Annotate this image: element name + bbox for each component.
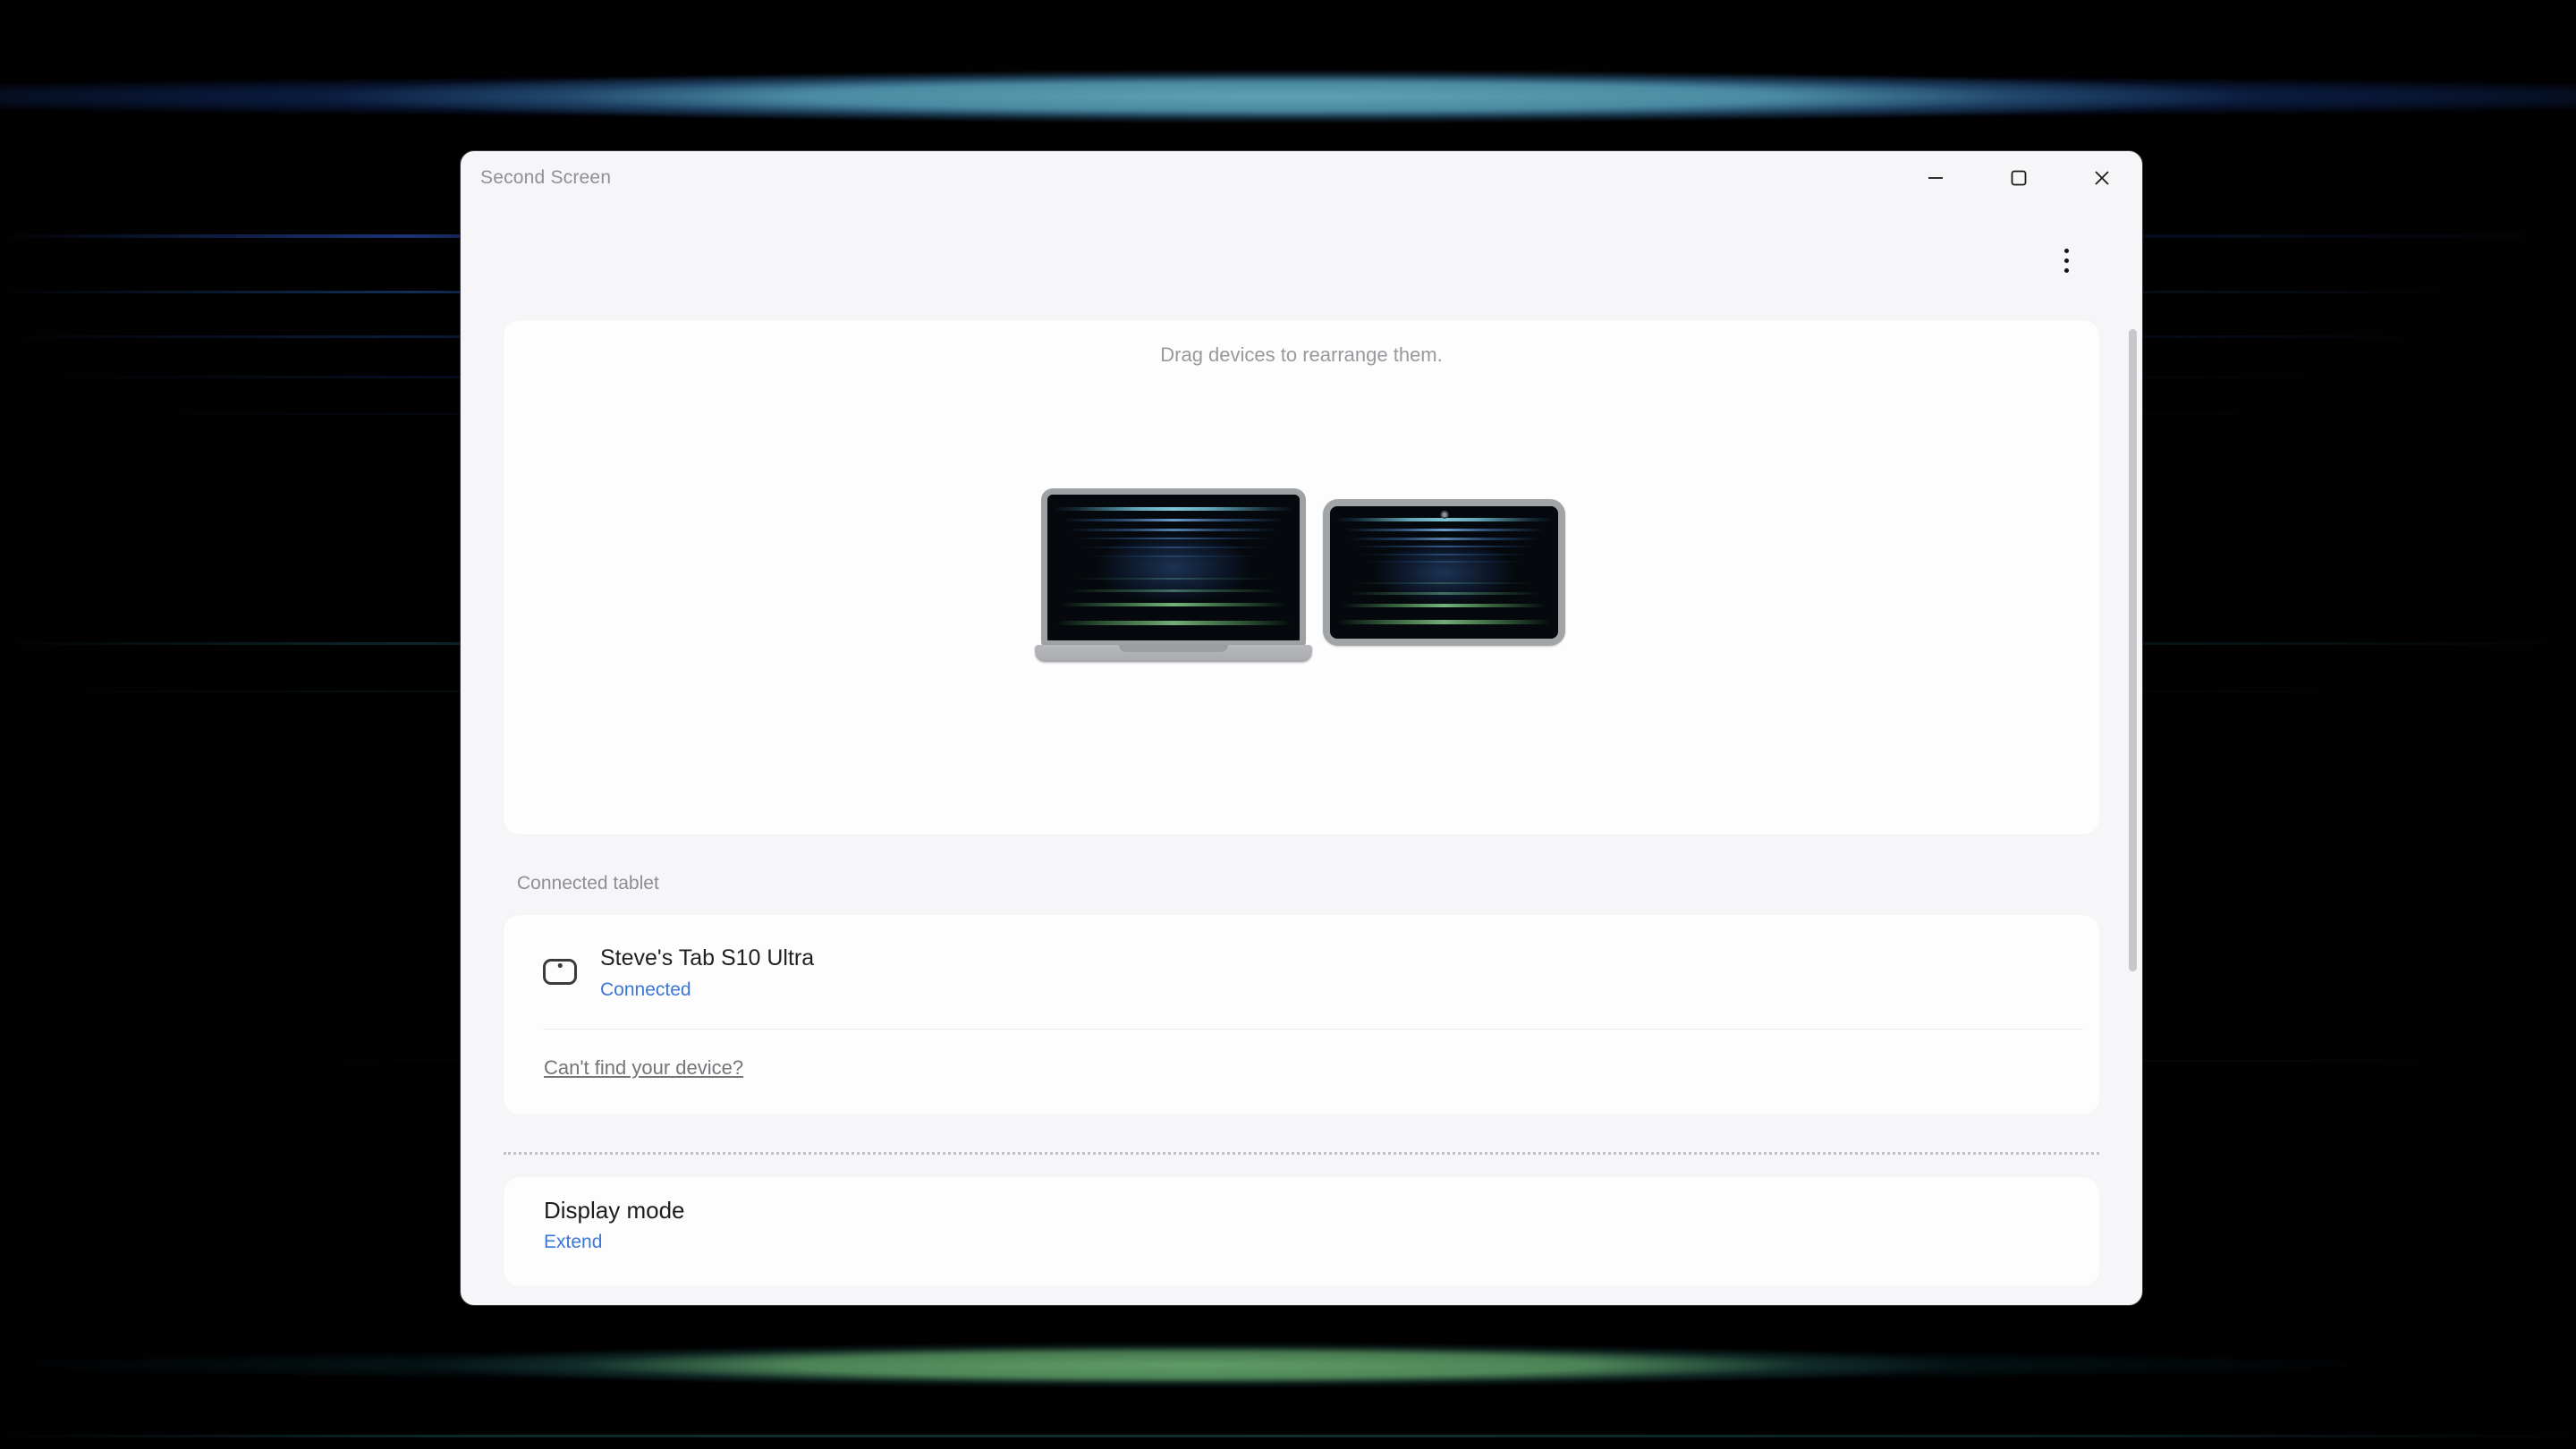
- dotted-separator: [504, 1152, 2099, 1155]
- laptop-wallpaper: [1047, 495, 1300, 640]
- connected-device-card: Steve's Tab S10 Ultra Connected Can't fi…: [504, 915, 2099, 1114]
- arrange-hint-text: Drag devices to rearrange them.: [504, 343, 2099, 367]
- window-title: Second Screen: [480, 167, 611, 189]
- laptop-base: [1035, 645, 1312, 662]
- more-options-button[interactable]: [2046, 239, 2086, 282]
- tablet-device-thumbnail[interactable]: [1323, 499, 1565, 646]
- wallpaper-green-glow: [36, 1335, 2442, 1395]
- laptop-device-thumbnail[interactable]: [1035, 488, 1312, 662]
- tablet-wallpaper: [1330, 506, 1558, 639]
- display-mode-label: Display mode: [544, 1197, 685, 1224]
- maximize-icon: [2009, 168, 2029, 188]
- maximize-button[interactable]: [1997, 160, 2040, 196]
- minimize-button[interactable]: [1914, 160, 1957, 196]
- tablet-icon: [543, 959, 577, 985]
- device-status-link[interactable]: Connected: [600, 979, 691, 1001]
- device-name: Steve's Tab S10 Ultra: [600, 945, 814, 971]
- tablet-camera-dot: [1440, 511, 1448, 519]
- divider: [543, 1029, 2083, 1030]
- arrange-panel: Drag devices to rearrange them.: [504, 320, 2099, 835]
- display-mode-value-link[interactable]: Extend: [544, 1232, 602, 1253]
- display-mode-card: Display mode Extend: [504, 1177, 2099, 1286]
- window-controls: [1914, 160, 2123, 196]
- laptop-screen: [1041, 488, 1306, 647]
- close-icon: [2092, 168, 2112, 188]
- device-row[interactable]: Steve's Tab S10 Ultra Connected: [504, 915, 2099, 1029]
- cant-find-device-link[interactable]: Can't find your device?: [544, 1056, 743, 1080]
- vertical-scrollbar-thumb[interactable]: [2129, 329, 2137, 971]
- connected-tablet-label: Connected tablet: [517, 873, 659, 894]
- desktop-background: Second Screen: [0, 0, 2576, 1449]
- kebab-menu-icon: [2064, 249, 2069, 273]
- titlebar[interactable]: Second Screen: [461, 151, 2142, 208]
- close-button[interactable]: [2080, 160, 2123, 196]
- second-screen-window: Second Screen: [460, 150, 2143, 1306]
- wallpaper-streak: [0, 1435, 2576, 1437]
- minimize-icon: [1926, 168, 1945, 188]
- wallpaper-teal-glow: [0, 61, 2576, 132]
